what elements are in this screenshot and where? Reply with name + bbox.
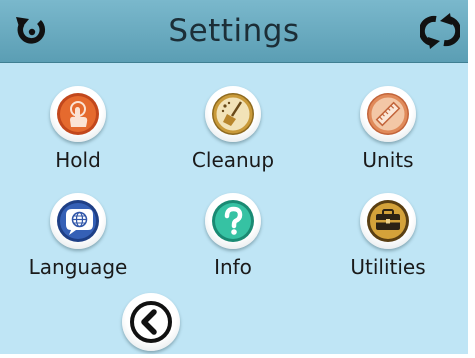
back-button[interactable] [122, 293, 180, 351]
header-bar: Settings [0, 0, 468, 63]
menu-item-language[interactable]: Language [18, 193, 138, 293]
menu-item-cleanup[interactable]: Cleanup [173, 86, 293, 186]
menu-item-label: Units [362, 148, 414, 172]
info-question-icon [205, 193, 261, 249]
menu-item-units[interactable]: Units [328, 86, 448, 186]
menu-item-label: Utilities [350, 255, 426, 279]
hold-hand-icon [50, 86, 106, 142]
utilities-toolbox-icon [360, 193, 416, 249]
settings-screen: Settings Hold Cleanup Units Language Inf… [0, 0, 468, 354]
menu-item-hold[interactable]: Hold [18, 86, 138, 186]
page-title: Settings [168, 13, 300, 49]
menu-item-utilities[interactable]: Utilities [328, 193, 448, 293]
language-globe-icon [50, 193, 106, 249]
refresh-icon[interactable] [420, 13, 460, 49]
menu-item-info[interactable]: Info [173, 193, 293, 293]
menu-item-label: Hold [55, 148, 101, 172]
back-chevron-icon [130, 301, 172, 343]
menu-item-label: Info [214, 255, 252, 279]
home-restart-icon[interactable] [14, 13, 50, 49]
menu-item-label: Language [28, 255, 128, 279]
units-ruler-icon [360, 86, 416, 142]
cleanup-broom-icon [205, 86, 261, 142]
menu-item-label: Cleanup [191, 148, 275, 172]
